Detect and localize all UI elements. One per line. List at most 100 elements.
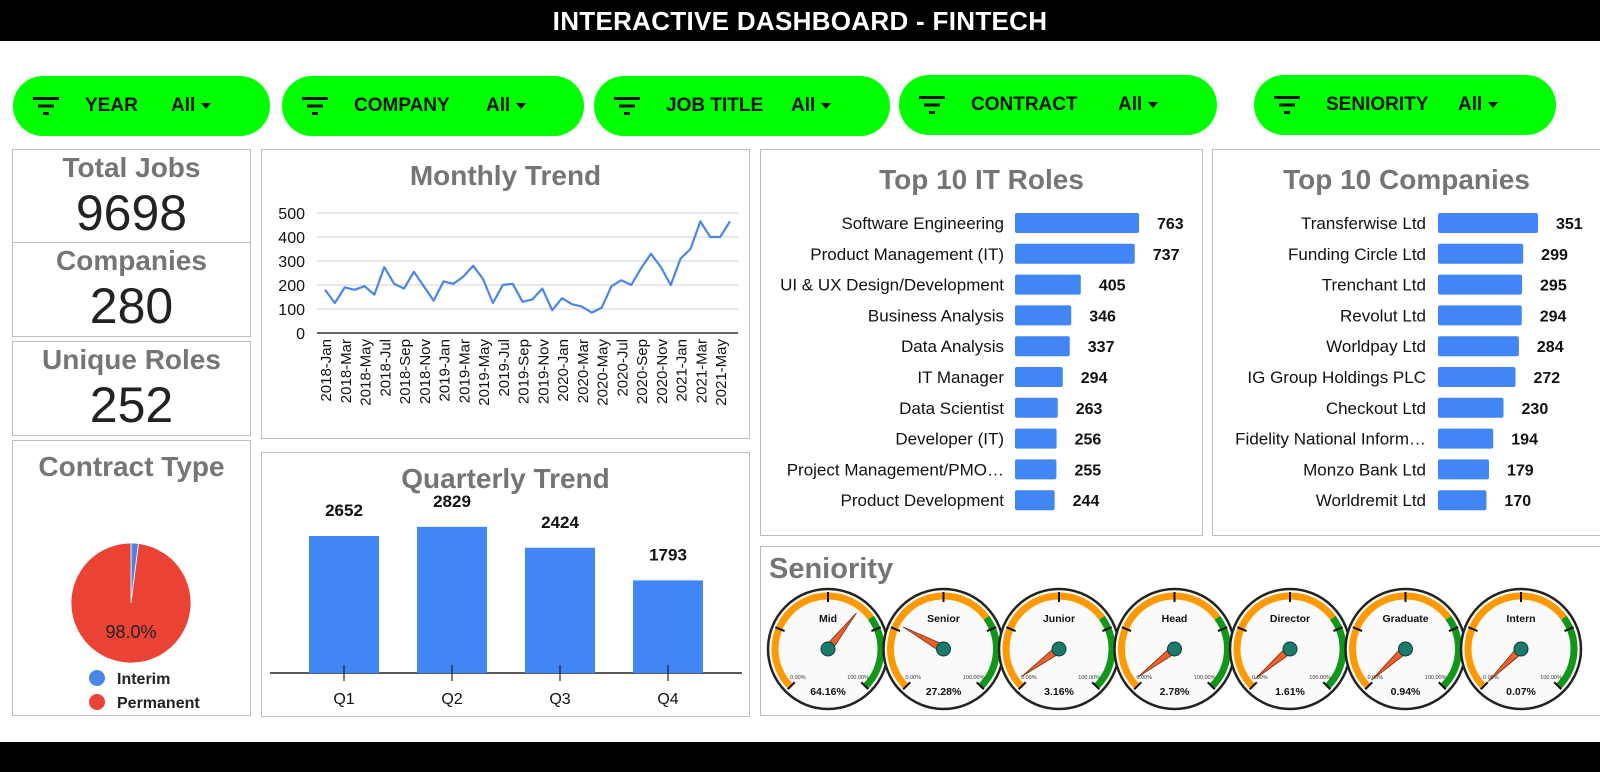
x-tick-label: 2020-May (595, 339, 612, 406)
seniority-panel: Seniority Mid 0.00% 100.00% 64.16% Senior 0.0… (760, 546, 1600, 716)
bar-q4 (633, 580, 703, 673)
monthly-trend-chart: 0 100 200 300 400 500 2018-Jan 2018-Mar 2018-May… (278, 206, 738, 406)
gauge-intern-name: Intern (1506, 613, 1535, 625)
bar-value-label: 263 (1076, 401, 1103, 418)
filter-year-selected: All (171, 95, 196, 116)
bar (1015, 305, 1072, 326)
bar-value-label: 737 (1153, 247, 1180, 264)
x-tick-label: 2019-May (476, 339, 493, 406)
kpi-unique-roles-label: Unique Roles (42, 344, 221, 375)
bar-q3 (525, 547, 595, 673)
filter-seniority[interactable]: SENIORITY All (1254, 75, 1556, 135)
filter-company-label: COMPANY (354, 95, 450, 116)
gauge-senior-hub (936, 641, 951, 657)
bar (1438, 428, 1494, 449)
bar (1015, 274, 1081, 295)
filter-job-title-value[interactable]: All (791, 95, 832, 117)
filter-job-title[interactable]: JOB TITLE All (594, 76, 890, 136)
kpi-companies-label: Companies (56, 245, 207, 276)
bar-category-label: Worldpay Ltd (1326, 337, 1426, 356)
contract-type-panel: Contract Type 98.0% Interim Permanent (12, 440, 251, 716)
gauge-director-max-label: 100.00% (1309, 675, 1331, 681)
x-tick-label: 2018-Sep (397, 339, 414, 404)
filter-company-value[interactable]: All (486, 95, 527, 117)
bar-q1 (309, 535, 379, 673)
bar-value-label: 294 (1540, 308, 1567, 325)
bar (1438, 243, 1524, 264)
gauge-graduate-hub (1398, 641, 1413, 657)
kpi-total-jobs-label: Total Jobs (62, 152, 201, 183)
filter-year[interactable]: YEAR All (13, 76, 270, 136)
bar-value-label: 351 (1556, 216, 1583, 233)
gauge-junior-value: 3.16% (1044, 686, 1074, 698)
filter-seniority-value[interactable]: All (1458, 94, 1499, 116)
dashboard-title: INTERACTIVE DASHBOARD - FINTECH (0, 0, 1600, 41)
kpi-unique-roles: Unique Roles 252 (12, 341, 251, 436)
x-tick-label: 2018-Jul (377, 339, 394, 397)
kpi-total-jobs: Total Jobs 9698 (12, 149, 251, 243)
gauge-graduate-max-label: 100.00% (1425, 675, 1447, 681)
bar (1015, 243, 1135, 264)
pie-slice-permanent (70, 542, 192, 664)
x-tick-label: 2019-Jul (496, 339, 513, 397)
bar-value-label: 294 (1081, 370, 1108, 387)
bar (1438, 367, 1516, 387)
gauge-head-name: Head (1162, 613, 1188, 625)
contract-type-pie: 98.0% Interim Permanent (70, 542, 200, 712)
top-companies-panel: Top 10 Companies Transferwise Ltd 351 Fund… (1212, 149, 1600, 536)
x-tick-label: 2020-Sep (634, 339, 651, 404)
bar-q2 (417, 526, 487, 673)
x-tick-label: 2019-Nov (535, 339, 552, 405)
x-tick-label: 2019-Mar (456, 339, 473, 403)
caret-down-icon (201, 103, 212, 109)
bar-category-label: Revolut Ltd (1340, 306, 1426, 325)
bar-category-label: Trenchant Ltd (1322, 276, 1426, 295)
y-tick-label: 200 (278, 278, 305, 295)
x-tick-label: 2021-Mar (693, 339, 710, 403)
bar-value-label: 1793 (649, 545, 687, 564)
y-tick-label: 500 (278, 206, 305, 223)
bar (1438, 305, 1522, 326)
bar-category-label: Worldremit Ltd (1316, 491, 1426, 510)
x-tick-label: Q4 (657, 691, 678, 708)
bar-value-label: 337 (1088, 339, 1115, 356)
gauge-intern-max-label: 100.00% (1540, 675, 1562, 681)
filter-company[interactable]: COMPANY All (282, 76, 584, 136)
caret-down-icon (516, 103, 527, 109)
filter-company-selected: All (486, 95, 511, 116)
bar-value-label: 255 (1074, 462, 1101, 479)
bar-value-label: 763 (1157, 216, 1184, 233)
bar-value-label: 295 (1540, 278, 1567, 295)
bar-category-label: Product Management (IT) (810, 245, 1004, 264)
caret-down-icon (1148, 102, 1159, 108)
bar-category-label: Business Analysis (868, 306, 1004, 325)
bar-value-label: 179 (1507, 462, 1534, 479)
bar (1015, 490, 1055, 511)
gauge-mid-name: Mid (819, 613, 837, 625)
filter-contract[interactable]: CONTRACT All (899, 75, 1217, 135)
y-tick-label: 400 (278, 230, 305, 247)
filter-year-value[interactable]: All (171, 95, 212, 117)
gauge-mid-value: 64.16% (810, 686, 846, 698)
y-tick-label: 0 (296, 326, 305, 343)
bar (1438, 397, 1504, 418)
bar (1438, 459, 1489, 480)
bar-value-label: 244 (1073, 493, 1100, 510)
bar (1015, 428, 1057, 449)
x-tick-label: Q1 (333, 691, 354, 708)
filter-contract-label: CONTRACT (971, 94, 1078, 115)
filter-seniority-selected: All (1458, 94, 1483, 115)
bar (1015, 367, 1063, 387)
bar-category-label: Developer (IT) (895, 430, 1004, 449)
contract-type-title: Contract Type (38, 451, 225, 482)
gauge-mid-max-label: 100.00% (847, 675, 869, 681)
x-tick-label: 2019-Jan (437, 339, 454, 402)
filter-icon (614, 97, 640, 115)
x-tick-label: 2020-Mar (575, 339, 592, 403)
x-tick-label: 2021-May (713, 339, 730, 406)
bar-value-label: 2652 (325, 501, 363, 520)
gauge-mid-min-label: 0.00% (790, 675, 806, 681)
filter-contract-value[interactable]: All (1118, 94, 1159, 116)
kpi-companies: Companies 280 (12, 242, 251, 337)
gauge-head-max-label: 100.00% (1194, 675, 1216, 681)
